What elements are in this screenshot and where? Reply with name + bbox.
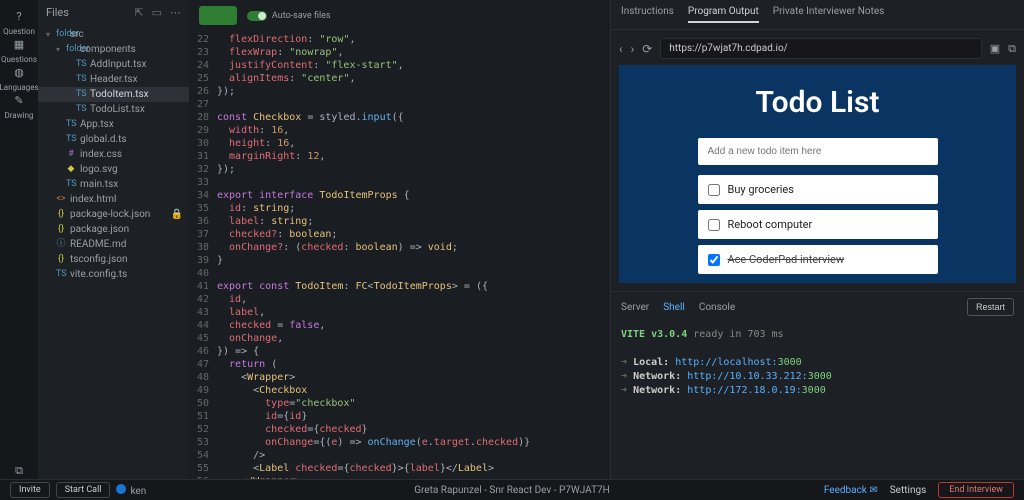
file-logo.svg[interactable]: ◆logo.svg xyxy=(38,162,189,177)
preview-title: Todo List xyxy=(756,85,880,120)
file-src[interactable]: ▾foldersrc xyxy=(38,27,189,42)
file-tsconfig.json[interactable]: {}tsconfig.json xyxy=(38,252,189,267)
file-package-lock.json[interactable]: {}package-lock.json🔒 xyxy=(38,207,189,222)
tool-globe[interactable]: ◍Languages xyxy=(0,64,39,92)
pencil-icon: ✎ xyxy=(11,92,27,108)
file-icon: {} xyxy=(56,252,66,267)
autosave-toggle[interactable]: Auto-save files xyxy=(247,11,331,21)
left-icon-bar: ?Question▦Questions◍Languages✎Drawing ⧉ xyxy=(0,0,38,479)
file-components[interactable]: ▾foldercomponents xyxy=(38,42,189,57)
forward-icon[interactable]: › xyxy=(631,42,635,56)
file-icon: TS xyxy=(66,177,76,192)
file-TodoList.tsx[interactable]: TSTodoList.tsx xyxy=(38,102,189,117)
file-explorer: Files ⇱ ▭ ⋯ ▾foldersrc▾foldercomponentsT… xyxy=(38,0,189,479)
tab-instructions[interactable]: Instructions xyxy=(621,6,674,23)
term-tab-server[interactable]: Server xyxy=(621,302,649,313)
file-icon: # xyxy=(66,147,76,162)
todo-label: Reboot computer xyxy=(728,218,813,231)
todo-checkbox[interactable] xyxy=(708,254,720,266)
code-editor: Auto-save files 22 flexDirection: "row",… xyxy=(189,0,610,479)
todo-checkbox[interactable] xyxy=(708,219,720,231)
files-title: Files xyxy=(46,6,69,19)
tab-program-output[interactable]: Program Output xyxy=(688,6,759,23)
avatar-icon xyxy=(116,484,126,494)
new-folder-icon[interactable]: ▭ xyxy=(152,6,162,19)
tool-grid[interactable]: ▦Questions xyxy=(0,36,39,64)
file-icon: {} xyxy=(56,207,66,222)
restart-button[interactable]: Restart xyxy=(967,298,1014,316)
file-icon: TS xyxy=(76,57,86,72)
right-tabs: Instructions Program Output Private Interv… xyxy=(611,0,1024,30)
todo-checkbox[interactable] xyxy=(708,184,720,196)
lock-icon: 🔒 xyxy=(171,207,189,222)
file-index.html[interactable]: <>index.html xyxy=(38,192,189,207)
file-icon: {} xyxy=(56,222,66,237)
todo-item: Reboot computer xyxy=(698,210,938,239)
globe-icon: ◍ xyxy=(11,64,27,80)
tool-pencil[interactable]: ✎Drawing xyxy=(0,92,39,120)
todo-label: Ace CoderPad interview xyxy=(728,253,845,266)
file-icon: TS xyxy=(66,132,76,147)
file-index.css[interactable]: #index.css xyxy=(38,147,189,162)
tool-question[interactable]: ?Question xyxy=(0,8,39,36)
start-call-button[interactable]: Start Call xyxy=(56,482,111,498)
tab-private-interviewer-notes[interactable]: Private Interviewer Notes xyxy=(773,6,885,23)
reload-icon[interactable]: ⟳ xyxy=(642,42,652,56)
toggle-switch-icon[interactable] xyxy=(247,11,267,21)
file-icon: folder xyxy=(56,27,66,42)
end-interview-button[interactable]: End Interview xyxy=(938,482,1014,498)
question-icon: ? xyxy=(11,8,27,24)
file-icon: TS xyxy=(76,102,86,117)
url-bar[interactable]: https://p7wjat7h.cdpad.io/ xyxy=(660,38,981,59)
file-icon: folder xyxy=(66,42,76,57)
copy-icon[interactable]: ⧉ xyxy=(11,463,27,479)
file-AddInput.tsx[interactable]: TSAddInput.tsx xyxy=(38,57,189,72)
settings-link[interactable]: Settings xyxy=(890,485,927,496)
todo-input[interactable] xyxy=(698,138,938,165)
terminal-output[interactable]: VITE v3.0.4 ready in 703 ms ➜ Local: htt… xyxy=(611,322,1024,479)
run-button[interactable] xyxy=(199,6,237,25)
chart-icon[interactable]: ▣ xyxy=(990,42,1000,55)
term-tab-shell[interactable]: Shell xyxy=(663,302,685,313)
file-icon: TS xyxy=(76,87,86,102)
todo-item: Buy groceries xyxy=(698,175,938,204)
file-icon: <> xyxy=(56,192,66,207)
file-package.json[interactable]: {}package.json xyxy=(38,222,189,237)
footer: Invite Start Call ken Greta Rapunzel - S… xyxy=(0,479,1024,500)
file-main.tsx[interactable]: TSmain.tsx xyxy=(38,177,189,192)
file-icon: TS xyxy=(66,117,76,132)
feedback-link[interactable]: Feedback ✉ xyxy=(824,485,878,496)
open-external-icon[interactable]: ⧉ xyxy=(1008,42,1016,56)
back-icon[interactable]: ‹ xyxy=(619,42,623,56)
term-tab-console[interactable]: Console xyxy=(699,302,735,313)
todo-label: Buy groceries xyxy=(728,183,794,196)
new-file-icon[interactable]: ⇱ xyxy=(134,6,143,19)
file-icon: ⓘ xyxy=(56,237,66,252)
session-title: Greta Rapunzel - Snr React Dev - P7WJAT7… xyxy=(414,485,610,496)
file-global.d.ts[interactable]: TSglobal.d.ts xyxy=(38,132,189,147)
user-badge[interactable]: ken xyxy=(116,484,146,497)
code-area[interactable]: 22 flexDirection: "row",23 flexWrap: "no… xyxy=(189,31,610,479)
file-Header.tsx[interactable]: TSHeader.tsx xyxy=(38,72,189,87)
file-vite.config.ts[interactable]: TSvite.config.ts xyxy=(38,267,189,282)
todo-item: Ace CoderPad interview xyxy=(698,245,938,274)
app-preview: Todo List Buy groceries Reboot computer Ac… xyxy=(619,65,1016,283)
file-icon: ◆ xyxy=(66,162,76,177)
file-icon: TS xyxy=(56,267,66,282)
terminal-tabs: Server Shell Console Restart xyxy=(611,292,1024,322)
invite-button[interactable]: Invite xyxy=(10,482,50,498)
file-README.md[interactable]: ⓘREADME.md xyxy=(38,237,189,252)
file-App.tsx[interactable]: TSApp.tsx xyxy=(38,117,189,132)
grid-icon: ▦ xyxy=(11,36,27,52)
file-TodoItem.tsx[interactable]: TSTodoItem.tsx xyxy=(38,87,189,102)
file-icon: TS xyxy=(76,72,86,87)
more-icon[interactable]: ⋯ xyxy=(170,6,181,19)
